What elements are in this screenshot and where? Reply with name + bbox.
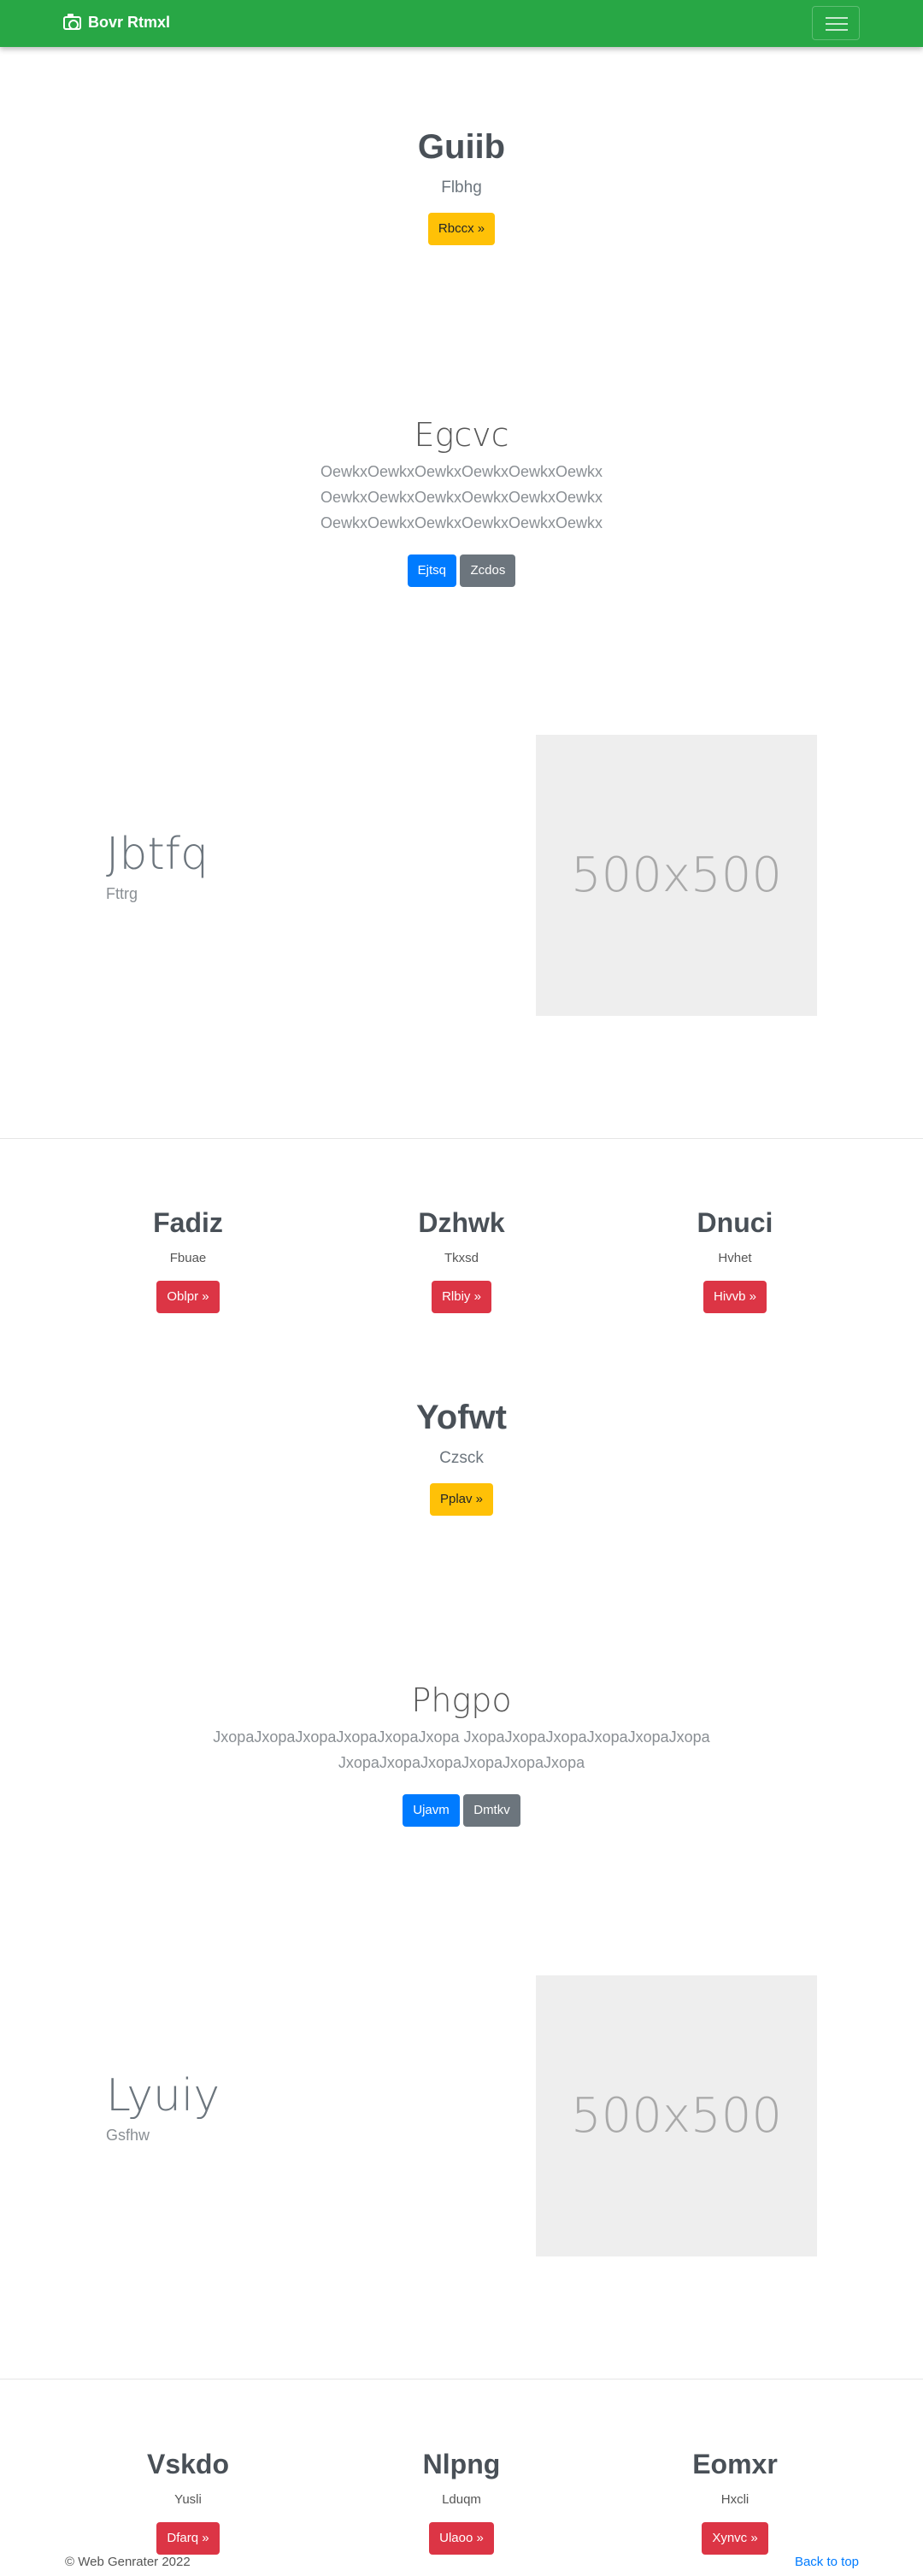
column-text: Fbuae (169, 1251, 207, 1265)
camera-icon (63, 13, 81, 30)
back-to-top-link[interactable]: Back to top (795, 2555, 859, 2569)
brand-link[interactable]: Bovr Rtmxl (63, 13, 171, 32)
feature-subtitle: Fttrg (106, 885, 138, 902)
navbar-toggler-button[interactable] (812, 6, 860, 40)
hero-title: Guiib (417, 128, 506, 166)
column-text: Hvhet (718, 1251, 752, 1265)
hero-button[interactable]: Rbccx » (427, 213, 496, 245)
hero-section-3: Yofwt Czsck Pplav » (0, 1399, 923, 1516)
column-text: Tkxsd (444, 1251, 479, 1265)
column-card: Dnuci Hvhet Hivvb » (615, 1207, 855, 1313)
column-title: Dnuci (697, 1207, 773, 1238)
feature-subtitle: Gsfhw (106, 2127, 150, 2144)
feature-title: Jbtfq (106, 829, 209, 880)
brand-name: Bovr Rtmxl (88, 14, 171, 31)
footer: © Web Genrater 2022 Back to top (0, 2550, 923, 2576)
column-card: Eomxr Hxcli Xynvc » (615, 2449, 855, 2555)
hero-subtitle: Czsck (439, 1449, 484, 1467)
hero-title: Yofwt (416, 1399, 507, 1436)
column-button[interactable]: Hivvb » (703, 1281, 767, 1313)
column-card: Nlpng Lduqm Ulaoo » (342, 2449, 581, 2555)
hero-text-line: OewkxOewkxOewkxOewkxOewkxOewkx (320, 489, 603, 506)
placeholder-image: 500x500 (536, 735, 817, 1016)
hero-text-line: JxopaJxopaJxopaJxopaJxopaJxopa JxopaJxop… (213, 1728, 710, 1746)
hero-text-line: JxopaJxopaJxopaJxopaJxopaJxopa (338, 1754, 585, 1771)
primary-button[interactable]: Ejtsq (407, 555, 457, 587)
hero-section-2: Egcvc OewkxOewkxOewkxOewkxOewkxOewkx Oew… (0, 416, 923, 587)
secondary-button[interactable]: Zcdos (460, 555, 516, 587)
column-title: Vskdo (146, 2449, 230, 2479)
hero-button[interactable]: Pplav » (429, 1483, 494, 1516)
column-card: Fadiz Fbuae Oblpr » (68, 1207, 308, 1313)
hero-title: Egcvc (414, 416, 509, 454)
hero-title: Phgpo (411, 1681, 512, 1719)
column-title: Eomxr (692, 2449, 778, 2479)
column-text: Hxcli (720, 2492, 750, 2507)
feature-title: Lyuiy (106, 2070, 220, 2121)
column-text: Yusli (174, 2492, 202, 2507)
hero-text-line: OewkxOewkxOewkxOewkxOewkxOewkx (320, 463, 603, 480)
copyright-text: © Web Genrater 2022 (65, 2555, 191, 2569)
hamburger-icon (826, 17, 848, 19)
column-title: Nlpng (422, 2449, 501, 2479)
column-card: Dzhwk Tkxsd Rlbiy » (342, 1207, 581, 1313)
secondary-button[interactable]: Dmtkv (463, 1794, 520, 1827)
column-button[interactable]: Rlbiy » (432, 1281, 491, 1313)
column-title: Fadiz (153, 1207, 223, 1238)
placeholder-image: 500x500 (536, 1975, 817, 2256)
hero-section-4: Phgpo JxopaJxopaJxopaJxopaJxopaJxopa Jxo… (0, 1681, 923, 1827)
column-text: Lduqm (442, 2492, 481, 2507)
divider (0, 1138, 923, 1139)
hero-subtitle: Flbhg (441, 179, 482, 197)
hero-section-1: Guiib Flbhg Rbccx » (0, 128, 923, 245)
primary-button[interactable]: Ujavm (403, 1794, 460, 1827)
navbar: Bovr Rtmxl (0, 0, 923, 47)
column-card: Vskdo Yusli Dfarq » (68, 2449, 308, 2555)
column-button[interactable]: Oblpr » (156, 1281, 220, 1313)
column-title: Dzhwk (418, 1207, 505, 1238)
hero-text-line: OewkxOewkxOewkxOewkxOewkxOewkx (320, 514, 603, 531)
